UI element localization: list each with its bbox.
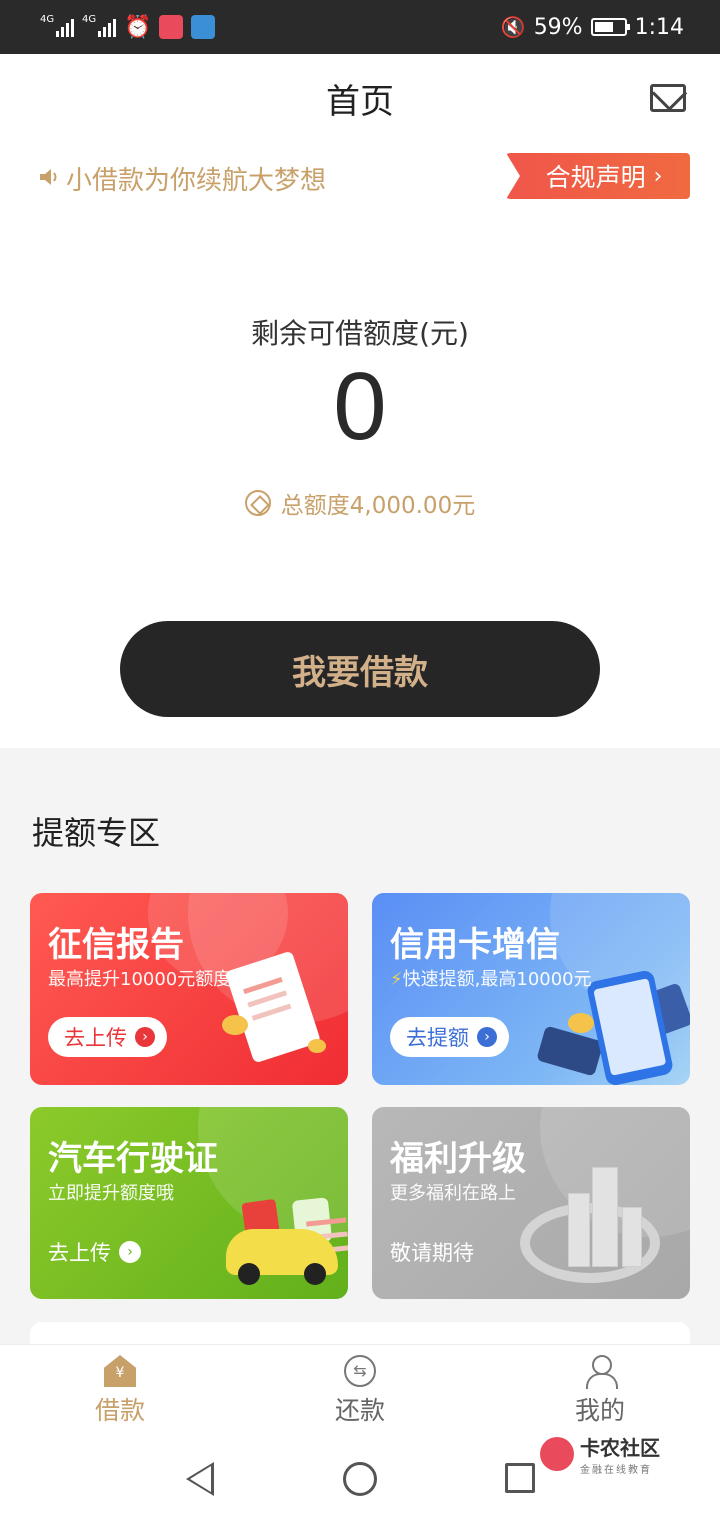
watermark-logo xyxy=(540,1437,574,1471)
tab-label: 我的 xyxy=(574,1396,625,1425)
app-header: 首页 xyxy=(0,54,720,144)
mute-icon: 🔇 xyxy=(500,15,526,39)
repay-icon xyxy=(344,1355,376,1387)
watermark-sub: 金融在线教育 xyxy=(580,1465,652,1476)
borrow-button[interactable]: 我要借款 xyxy=(120,621,600,717)
network-type-1: 4G xyxy=(40,14,55,25)
arrow-right-icon: › xyxy=(477,1027,497,1047)
watermark: 卡农社区 金融在线教育 xyxy=(540,1432,660,1476)
total-credit-text: 总额度4,000.00元 xyxy=(280,493,476,519)
user-icon xyxy=(584,1355,618,1389)
mail-icon[interactable] xyxy=(650,84,686,112)
credit-card-boost-card[interactable]: 信用卡增信 ⚡快速提额,最高10000元 去提额 › xyxy=(372,893,690,1085)
bottom-tab-bar: 借款 还款 我的 xyxy=(0,1344,720,1440)
battery-icon xyxy=(590,18,630,36)
upload-button[interactable]: 去上传 › xyxy=(48,1017,167,1057)
compliance-button[interactable]: 合规声明 › xyxy=(506,153,690,199)
arrow-right-icon: › xyxy=(119,1241,141,1263)
welfare-upgrade-card: 福利升级 更多福利在路上 敬请期待 xyxy=(372,1107,690,1299)
tab-label: 还款 xyxy=(334,1396,385,1425)
boost-button-label: 去提额 xyxy=(406,1026,469,1050)
network-type-2: 4G xyxy=(82,14,97,25)
recent-apps-icon[interactable] xyxy=(505,1463,535,1493)
tab-borrow[interactable]: 借款 xyxy=(0,1345,240,1440)
arrow-right-icon: › xyxy=(135,1027,155,1047)
notice-bar: 小借款为你续航大梦想 合规声明 › xyxy=(0,150,720,206)
app-notification-icon-2 xyxy=(191,15,216,39)
boost-section-title: 提额专区 xyxy=(32,814,161,852)
card-subtitle-text: 快速提额,最高10000元 xyxy=(402,969,592,990)
upload-link-label: 去上传 xyxy=(48,1241,111,1265)
compliance-label: 合规声明 xyxy=(545,163,646,192)
watermark-text: 卡农社区 金融在线教育 xyxy=(580,1432,660,1476)
card-subtitle: ⚡快速提额,最高10000元 xyxy=(390,965,592,991)
total-credit-row: 总额度4,000.00元 xyxy=(0,486,720,520)
boost-button[interactable]: 去提额 › xyxy=(390,1017,509,1057)
app-notification-icon xyxy=(159,15,184,39)
card-subtitle: 立即提升额度哦 xyxy=(48,1183,174,1204)
signal-icon-2: 4G xyxy=(82,14,116,37)
card-title: 征信报告 xyxy=(48,925,184,965)
chevron-right-icon: › xyxy=(653,163,663,189)
page-title: 首页 xyxy=(326,82,394,122)
status-bar-right: 🔇 59% 1:14 xyxy=(501,15,684,40)
status-bar-left: 4G 4G ⏰ xyxy=(40,14,216,40)
vehicle-license-card[interactable]: 汽车行驶证 立即提升额度哦 去上传 › xyxy=(30,1107,348,1299)
home-yuan-icon xyxy=(104,1355,136,1387)
upload-button-label: 去上传 xyxy=(64,1026,127,1050)
card-title: 福利升级 xyxy=(390,1139,526,1179)
lightning-icon: ⚡ xyxy=(390,969,403,990)
speaker-icon xyxy=(40,169,57,185)
tab-repay[interactable]: 还款 xyxy=(240,1345,480,1440)
status-bar: 4G 4G ⏰ 🔇 59% 1:14 xyxy=(0,0,720,54)
card-title: 汽车行驶证 xyxy=(48,1139,218,1179)
upload-link[interactable]: 去上传 › xyxy=(48,1237,141,1267)
battery-percent: 59% xyxy=(533,14,583,40)
car-illustration xyxy=(226,1229,338,1285)
signal-icon: 4G xyxy=(40,14,74,37)
notice-text: 小借款为你续航大梦想 xyxy=(66,166,327,196)
available-credit-label: 剩余可借额度(元) xyxy=(251,317,469,350)
card-subtitle: 更多福利在路上 xyxy=(390,1183,516,1204)
coming-soon-label: 敬请期待 xyxy=(390,1241,474,1265)
watermark-main: 卡农社区 xyxy=(580,1436,660,1460)
clock: 1:14 xyxy=(634,14,684,40)
credit-report-card[interactable]: 征信报告 最高提升10000元额度 去上传 › xyxy=(30,893,348,1085)
card-subtitle: 最高提升10000元额度 xyxy=(48,969,232,990)
tab-mine[interactable]: 我的 xyxy=(480,1345,720,1440)
tab-label: 借款 xyxy=(94,1396,145,1425)
diamond-icon xyxy=(244,490,271,516)
card-title: 信用卡增信 xyxy=(390,925,560,965)
back-icon[interactable] xyxy=(186,1462,214,1496)
home-icon[interactable] xyxy=(343,1462,377,1496)
available-credit-amount: 0 xyxy=(333,353,387,460)
alarm-icon: ⏰ xyxy=(124,14,152,40)
